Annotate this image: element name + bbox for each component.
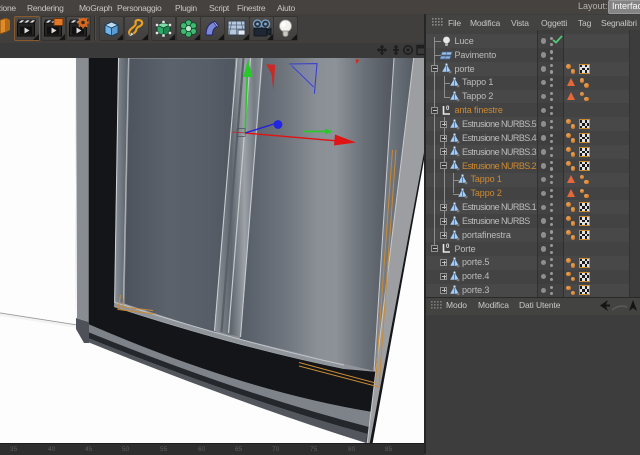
svg-text:70: 70 bbox=[272, 446, 280, 453]
svg-text:60: 60 bbox=[198, 446, 206, 453]
svg-text:50: 50 bbox=[122, 446, 130, 453]
svg-text:85: 85 bbox=[385, 446, 393, 453]
svg-text:75: 75 bbox=[310, 446, 318, 453]
svg-text:40: 40 bbox=[48, 446, 56, 453]
svg-text:45: 45 bbox=[85, 446, 93, 453]
svg-text:35: 35 bbox=[10, 446, 18, 453]
svg-text:65: 65 bbox=[235, 446, 243, 453]
svg-text:55: 55 bbox=[160, 446, 168, 453]
svg-text:0: 0 bbox=[446, 106, 450, 112]
svg-text:80: 80 bbox=[348, 446, 356, 453]
svg-text:0: 0 bbox=[446, 244, 450, 250]
